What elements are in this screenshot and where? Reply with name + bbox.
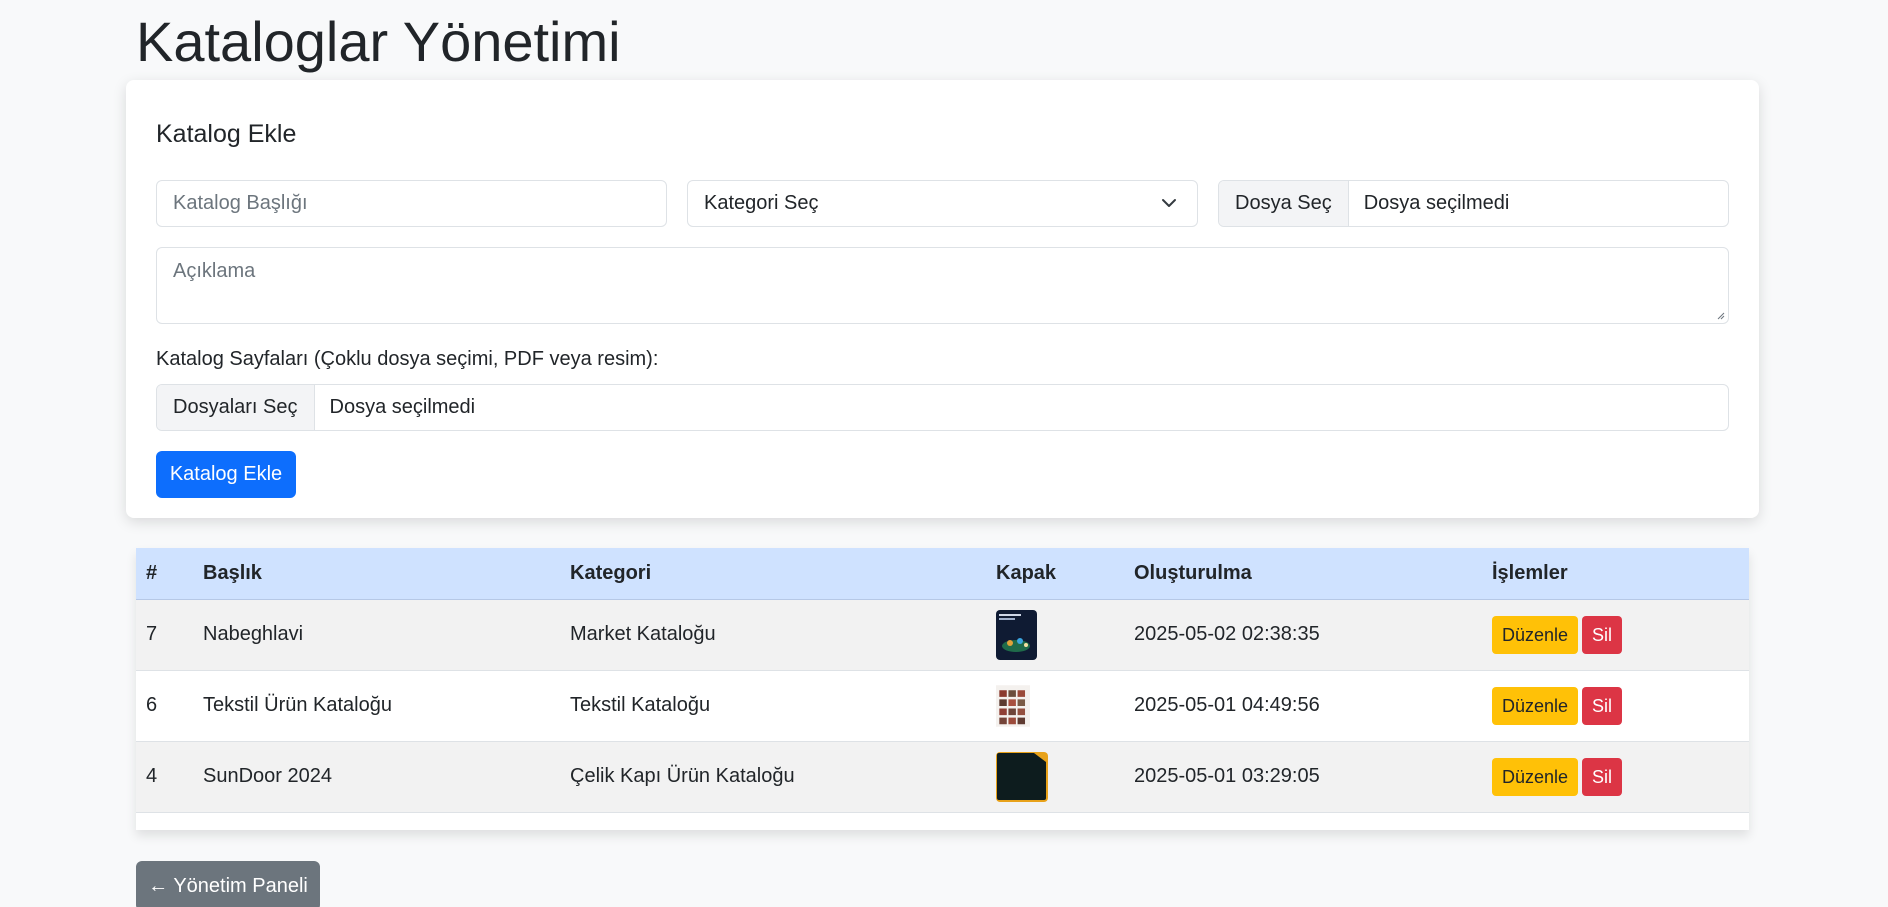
category-select-value: Kategori Seç [704, 192, 819, 214]
description-textarea[interactable] [157, 248, 1728, 323]
column-header-id: # [136, 548, 193, 600]
column-header-title: Başlık [193, 548, 560, 600]
catalog-pages-label: Katalog Sayfaları (Çoklu dosya seçimi, P… [156, 348, 659, 370]
row-category: Tekstil Kataloğu [570, 694, 711, 716]
row-created: 2025-05-01 04:49:56 [1134, 694, 1320, 716]
row-title: Nabeghlavi [203, 623, 304, 645]
add-catalog-button[interactable]: Katalog Ekle [156, 451, 296, 498]
delete-button[interactable]: Sil [1582, 686, 1623, 725]
category-select[interactable]: Kategori Seç [687, 180, 1198, 227]
delete-button[interactable]: Sil [1582, 615, 1623, 654]
row-created: 2025-05-01 03:29:05 [1134, 765, 1320, 787]
column-header-actions: İşlemler [1482, 548, 1749, 600]
table-row: 7 Nabeghlavi Market Kataloğu 2025-05-02 … [136, 599, 1749, 670]
door-cover-thumbnail [996, 751, 1048, 802]
chevron-down-icon [1162, 199, 1176, 207]
table-row: 4 SunDoor 2024 Çelik Kapı Ürün Kataloğu … [136, 741, 1749, 812]
delete-button[interactable]: Sil [1582, 757, 1623, 796]
choose-file-button[interactable]: Dosya Seç [1219, 181, 1349, 226]
file-status: Dosya seçilmedi [1363, 192, 1510, 214]
description-field[interactable] [156, 247, 1729, 324]
edit-button[interactable]: Düzenle [1492, 757, 1579, 796]
pages-file-status: Dosya seçilmedi [329, 396, 476, 418]
row-title: SunDoor 2024 [203, 765, 332, 787]
edit-button[interactable]: Düzenle [1492, 686, 1579, 725]
column-header-cover: Kapak [986, 548, 1124, 600]
pages-file-input[interactable]: Dosyaları Seç Dosya seçilmedi [156, 384, 1729, 431]
row-title: Tekstil Ürün Kataloğu [203, 694, 392, 716]
table-header-row: # Başlık Kategori Kapak Oluşturulma İşle… [136, 548, 1749, 600]
row-id: 6 [146, 694, 158, 716]
column-header-created: Oluşturulma [1124, 548, 1482, 600]
row-category: Çelik Kapı Ürün Kataloğu [570, 765, 795, 787]
row-category: Market Kataloğu [570, 623, 716, 645]
page-title: Kataloglar Yönetimi [136, 10, 621, 73]
edit-button[interactable]: Düzenle [1492, 615, 1579, 654]
cover-file-input[interactable]: Dosya Seç Dosya seçilmedi [1218, 180, 1729, 227]
choose-files-button[interactable]: Dosyaları Seç [157, 385, 315, 430]
catalog-table: # Başlık Kategori Kapak Oluşturulma İşle… [136, 548, 1749, 830]
row-id: 4 [146, 765, 158, 787]
column-header-category: Kategori [560, 548, 986, 600]
catalog-title-field[interactable] [156, 180, 667, 227]
row-created: 2025-05-02 02:38:35 [1134, 623, 1320, 645]
table-row: 6 Tekstil Ürün Kataloğu Tekstil Kataloğu [136, 670, 1749, 741]
resize-handle-icon[interactable] [1715, 310, 1725, 320]
market-cover-thumbnail [996, 609, 1037, 660]
textile-cover-thumbnail [996, 684, 1030, 727]
row-id: 7 [146, 623, 158, 645]
back-to-admin-panel-button[interactable]: ← Yönetim Paneli [136, 861, 320, 907]
form-title: Katalog Ekle [156, 120, 297, 148]
catalog-title-input[interactable] [157, 181, 666, 226]
